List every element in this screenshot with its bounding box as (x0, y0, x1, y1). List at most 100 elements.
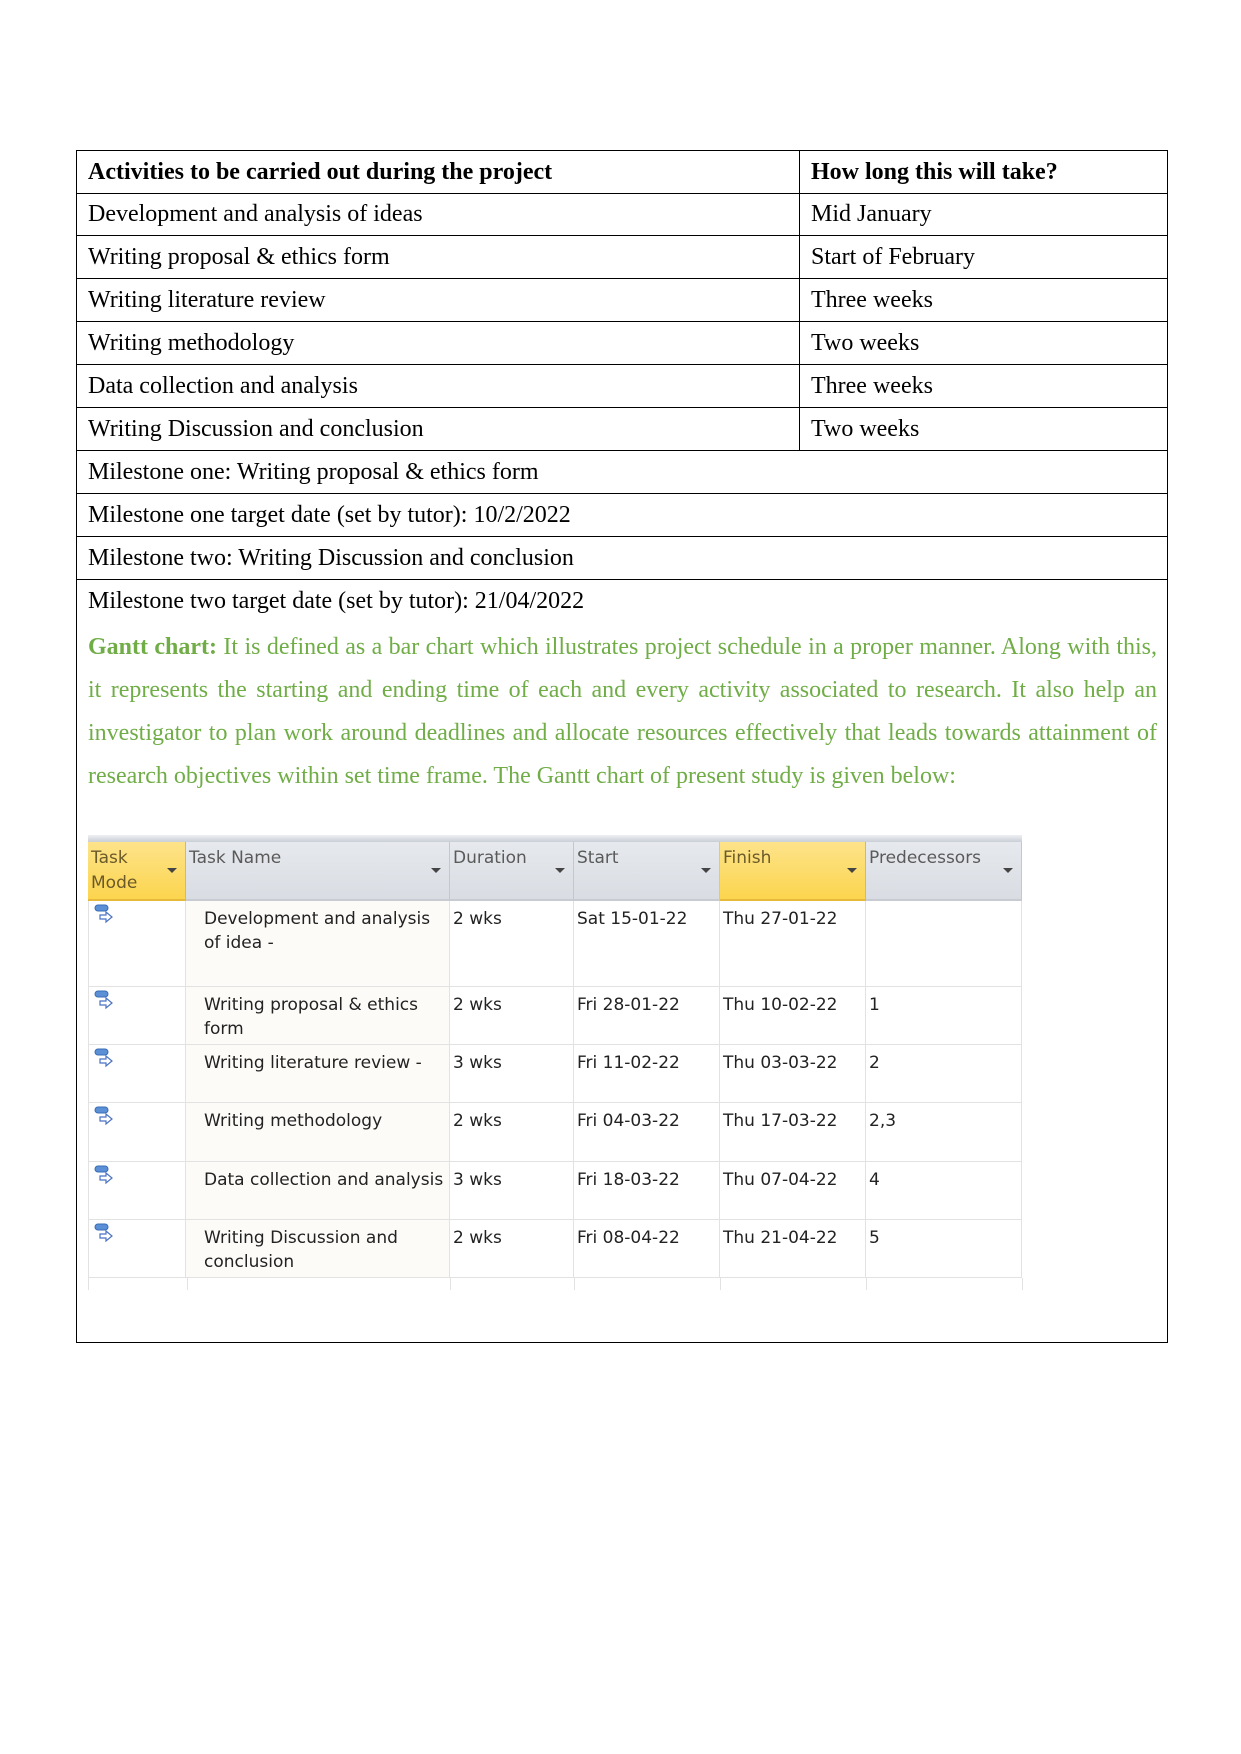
gantt-description-text: It is defined as a bar chart which illus… (88, 634, 1157, 789)
gantt-task-row[interactable]: Development and analysis of idea -2 wks S… (88, 901, 1022, 987)
milestone-two-date: Milestone two target date (set by tutor)… (88, 588, 585, 614)
column-header-label: Predecessors (869, 848, 982, 868)
grid-tail (186, 1278, 451, 1290)
task-name-cell[interactable]: Writing proposal & ethics form (186, 987, 450, 1044)
table-row: Writing literature review Three weeks (77, 279, 1167, 322)
document-page: Activities to be carried out during the … (0, 0, 1241, 1754)
task-mode-cell[interactable] (88, 1162, 186, 1219)
dropdown-arrow-icon[interactable] (431, 868, 441, 873)
column-header-label: Task Mode (91, 848, 138, 893)
start-cell[interactable]: Sat 15-01-22 (574, 901, 720, 986)
column-header-start[interactable]: Start (574, 842, 720, 901)
dropdown-arrow-icon[interactable] (847, 868, 857, 873)
predecessors-cell[interactable]: 5 (866, 1220, 1022, 1277)
gantt-task-row[interactable]: Data collection and analysis 3 wks Fri 18-… (88, 1162, 1022, 1220)
predecessors-cell[interactable] (866, 901, 1022, 986)
duration-cell[interactable]: 2 wks (450, 1220, 574, 1277)
table-row: Writing proposal & ethics form Start of … (77, 236, 1167, 279)
duration-cell[interactable]: 3 wks (450, 1045, 574, 1102)
dropdown-arrow-icon[interactable] (1003, 868, 1013, 873)
task-name-cell[interactable]: Writing methodology (186, 1103, 450, 1161)
finish-cell[interactable]: Thu 03-03-22 (720, 1045, 866, 1102)
start-cell[interactable]: Fri 08-04-22 (574, 1220, 720, 1277)
start-cell[interactable]: Fri 28-01-22 (574, 987, 720, 1044)
task-mode-cell[interactable] (88, 987, 186, 1044)
task-mode-cell[interactable] (88, 1103, 186, 1161)
column-header-task-name[interactable]: Task Name (186, 842, 450, 901)
column-header-finish[interactable]: Finish (720, 842, 866, 901)
table-row: Development and analysis of ideas Mid Ja… (77, 193, 1167, 236)
duration-cell: Two weeks (811, 416, 920, 442)
task-mode-cell[interactable] (88, 1045, 186, 1102)
gantt-task-row[interactable]: Writing literature review -3 wks Fri 11-0… (88, 1045, 1022, 1103)
task-name-cell[interactable]: Writing literature review - (186, 1045, 450, 1102)
grid-tail (574, 1278, 721, 1290)
predecessors-cell[interactable]: 2,3 (866, 1103, 1022, 1161)
auto-scheduled-task-icon (94, 1165, 116, 1185)
finish-cell[interactable]: Thu 17-03-22 (720, 1103, 866, 1161)
dropdown-arrow-icon[interactable] (555, 868, 565, 873)
column-header-duration[interactable]: Duration (450, 842, 574, 901)
activity-cell: Writing proposal & ethics form (77, 236, 800, 278)
milestone-one-date: Milestone one target date (set by tutor)… (88, 502, 571, 528)
auto-scheduled-task-icon (94, 1048, 116, 1068)
column-header-label: Start (577, 848, 619, 868)
gantt-task-row[interactable]: Writing Discussion and conclusion 2 wks Fr… (88, 1220, 1022, 1278)
column-header-predecessors[interactable]: Predecessors (866, 842, 1022, 901)
finish-cell[interactable]: Thu 21-04-22 (720, 1220, 866, 1277)
task-name-cell[interactable]: Data collection and analysis (186, 1162, 450, 1219)
duration-cell: Three weeks (811, 287, 933, 313)
activity-cell: Development and analysis of ideas (77, 193, 800, 235)
activity-cell: Data collection and analysis (77, 365, 800, 407)
finish-cell[interactable]: Thu 07-04-22 (720, 1162, 866, 1219)
task-mode-cell[interactable] (88, 901, 186, 986)
column-header-label: Task Name (189, 848, 282, 868)
grid-tail (450, 1278, 575, 1290)
gantt-task-row[interactable]: Writing proposal & ethics form 2 wks Fri 2… (88, 987, 1022, 1045)
auto-scheduled-task-icon (94, 990, 116, 1010)
activity-cell: Writing methodology (77, 322, 800, 364)
task-name-cell[interactable]: Development and analysis of idea - (186, 901, 450, 986)
activity-cell: Writing literature review (77, 279, 800, 321)
grid-tail (88, 1278, 188, 1290)
gantt-description: Gantt chart: It is defined as a bar char… (88, 626, 1157, 798)
milestone-row: Milestone two target date (set by tutor)… (77, 580, 1167, 623)
predecessors-cell[interactable]: 2 (866, 1045, 1022, 1102)
finish-cell[interactable]: Thu 10-02-22 (720, 987, 866, 1044)
duration-cell[interactable]: 3 wks (450, 1162, 574, 1219)
milestone-row: Milestone two: Writing Discussion and co… (77, 537, 1167, 580)
header-activities: Activities to be carried out during the … (77, 151, 800, 193)
duration-cell: Two weeks (811, 330, 920, 356)
column-header-task-mode[interactable]: Task Mode (88, 842, 186, 901)
dropdown-arrow-icon[interactable] (167, 868, 177, 873)
table-row: Writing Discussion and conclusion Two we… (77, 408, 1167, 451)
duration-cell[interactable]: 2 wks (450, 987, 574, 1044)
gantt-task-table: Task Mode Task Name Duration Start Finis… (88, 835, 1023, 1290)
table-row: Writing methodology Two weeks (77, 322, 1167, 365)
predecessors-cell[interactable]: 1 (866, 987, 1022, 1044)
duration-cell: Mid January (811, 201, 932, 227)
gantt-task-row[interactable]: Writing methodology 2 wks Fri 04-03-22 Thu … (88, 1103, 1022, 1162)
auto-scheduled-task-icon (94, 904, 116, 924)
task-name-cell[interactable]: Writing Discussion and conclusion (186, 1220, 450, 1277)
duration-cell: Three weeks (811, 373, 933, 399)
start-cell[interactable]: Fri 04-03-22 (574, 1103, 720, 1161)
start-cell[interactable]: Fri 18-03-22 (574, 1162, 720, 1219)
milestone-two: Milestone two: Writing Discussion and co… (88, 545, 574, 571)
duration-cell[interactable]: 2 wks (450, 901, 574, 986)
predecessors-cell[interactable]: 4 (866, 1162, 1022, 1219)
task-mode-cell[interactable] (88, 1220, 186, 1277)
grid-tail (866, 1278, 1023, 1290)
auto-scheduled-task-icon (94, 1106, 116, 1126)
grid-tail (720, 1278, 867, 1290)
table-header-row: Activities to be carried out during the … (77, 151, 1167, 194)
auto-scheduled-task-icon (94, 1223, 116, 1243)
dropdown-arrow-icon[interactable] (701, 868, 711, 873)
gantt-top-strip (88, 835, 1022, 842)
start-cell[interactable]: Fri 11-02-22 (574, 1045, 720, 1102)
milestone-row: Milestone one: Writing proposal & ethics… (77, 451, 1167, 494)
duration-cell[interactable]: 2 wks (450, 1103, 574, 1161)
column-header-label: Finish (723, 848, 772, 868)
finish-cell[interactable]: Thu 27-01-22 (720, 901, 866, 986)
activity-cell: Writing Discussion and conclusion (77, 408, 800, 450)
